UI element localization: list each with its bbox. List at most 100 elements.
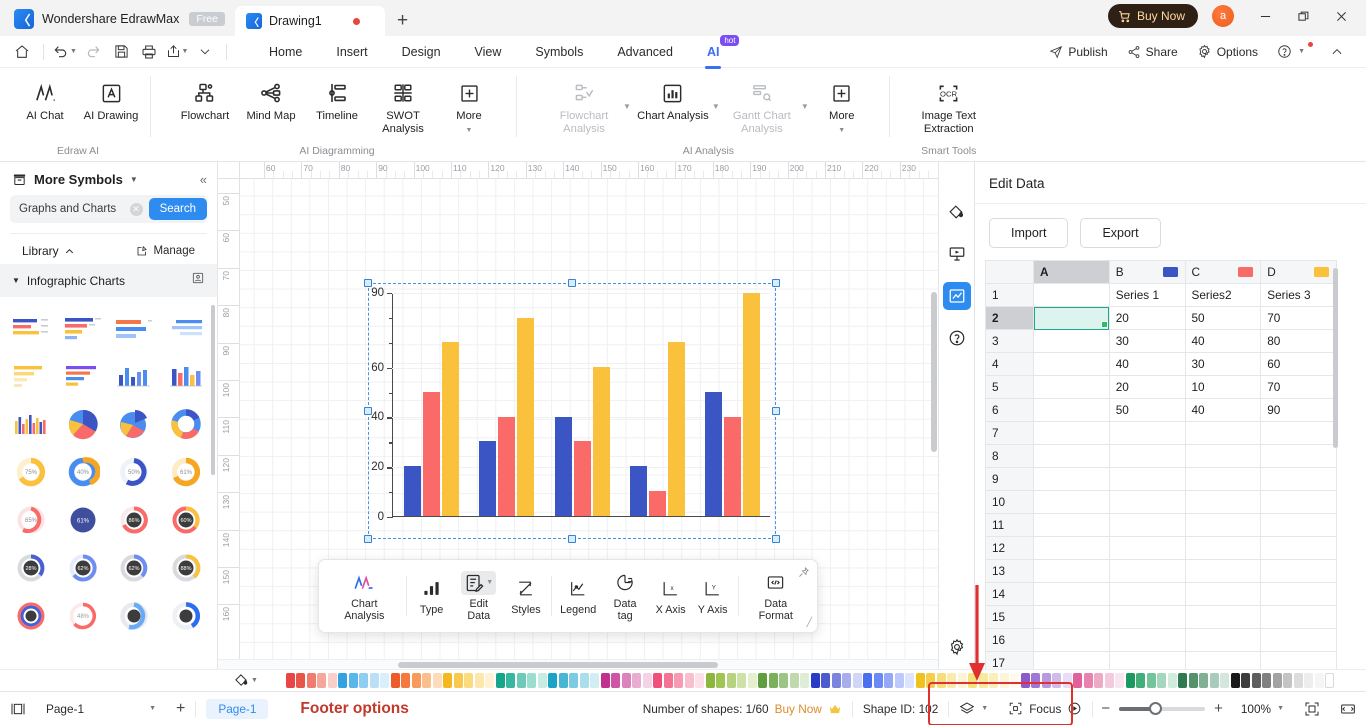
column-header-c[interactable]: C <box>1184 260 1262 284</box>
color-swatch[interactable] <box>558 673 568 688</box>
data-cell[interactable] <box>1260 536 1337 560</box>
color-swatch[interactable] <box>1083 673 1093 688</box>
data-cell[interactable] <box>1184 559 1262 583</box>
color-swatch[interactable] <box>422 673 432 688</box>
symbol-item[interactable]: 61% <box>58 499 108 541</box>
table-row[interactable]: 14 <box>985 582 1337 606</box>
zoom-knob[interactable] <box>1149 701 1163 715</box>
toolbar-type[interactable]: Type <box>411 572 453 621</box>
canvas-horizontal-scrollbar[interactable] <box>218 659 938 669</box>
data-cell[interactable] <box>1184 536 1262 560</box>
chevron-down-icon[interactable]: ▼ <box>801 76 809 111</box>
tab-view[interactable]: View <box>458 40 519 64</box>
symbol-item[interactable] <box>110 595 160 637</box>
data-cell[interactable] <box>1033 605 1110 629</box>
color-swatch[interactable] <box>1094 673 1104 688</box>
data-cell[interactable] <box>1260 467 1337 491</box>
clear-search-icon[interactable]: ✕ <box>129 202 143 216</box>
collapse-panel-button[interactable]: « <box>200 172 207 187</box>
color-swatch[interactable] <box>894 673 904 688</box>
symbol-item[interactable] <box>110 403 160 445</box>
data-cell[interactable] <box>1108 628 1186 652</box>
row-header[interactable]: 6 <box>985 398 1034 422</box>
color-swatch[interactable] <box>317 673 327 688</box>
resize-handle-nw[interactable] <box>364 279 372 287</box>
color-swatch[interactable] <box>1220 673 1230 688</box>
symbol-item[interactable]: 28% <box>6 547 56 589</box>
table-row[interactable]: 10 <box>985 490 1337 514</box>
save-button[interactable] <box>107 39 135 65</box>
data-cell[interactable] <box>1108 605 1186 629</box>
redo-button[interactable] <box>79 39 107 65</box>
symbol-item[interactable] <box>161 355 211 397</box>
symbol-search-box[interactable]: Graphs and Charts ✕ Search <box>10 195 207 223</box>
data-cell[interactable] <box>1108 651 1186 669</box>
color-swatch[interactable] <box>989 673 999 688</box>
color-swatch[interactable] <box>884 673 894 688</box>
color-swatch[interactable] <box>1293 673 1303 688</box>
color-swatch-strip[interactable] <box>285 673 1335 688</box>
data-cell[interactable]: 80 <box>1260 329 1337 353</box>
row-header[interactable]: 5 <box>985 375 1034 399</box>
tab-advanced[interactable]: Advanced <box>600 40 690 64</box>
data-cell[interactable]: 90 <box>1260 398 1337 422</box>
symbol-item[interactable] <box>161 403 211 445</box>
resize-grip-icon[interactable]: ╱ <box>807 617 812 628</box>
data-cell[interactable] <box>1033 651 1110 669</box>
color-swatch[interactable] <box>1125 673 1135 688</box>
data-cell[interactable]: 30 <box>1184 352 1262 376</box>
analysis-more-button[interactable]: More ▼ <box>809 76 875 138</box>
resize-handle-se[interactable] <box>772 535 780 543</box>
color-swatch[interactable] <box>873 673 883 688</box>
color-swatch[interactable] <box>1041 673 1051 688</box>
table-row[interactable]: 5 20 10 70 <box>985 375 1337 399</box>
color-swatch[interactable] <box>1241 673 1251 688</box>
row-header[interactable]: 4 <box>985 352 1034 376</box>
add-page-button[interactable]: + <box>166 700 195 718</box>
data-cell[interactable]: 20 <box>1108 306 1186 330</box>
grid-corner-cell[interactable] <box>985 260 1034 284</box>
symbol-item[interactable]: 62% <box>110 547 160 589</box>
symbol-item[interactable]: 61% <box>161 451 211 493</box>
data-cell[interactable] <box>1108 582 1186 606</box>
color-swatch[interactable] <box>1272 673 1282 688</box>
row-header[interactable]: 1 <box>985 283 1034 307</box>
table-row[interactable]: 17 <box>985 651 1337 669</box>
column-header-d[interactable]: D <box>1260 260 1337 284</box>
data-cell[interactable] <box>1260 651 1337 669</box>
export-share-button[interactable]: ▼ <box>163 39 191 65</box>
chevron-down-icon[interactable]: ▼ <box>130 175 138 184</box>
data-grid-scrollbar[interactable] <box>1333 268 1338 448</box>
data-cell[interactable]: 20 <box>1108 375 1186 399</box>
color-swatch[interactable] <box>863 673 873 688</box>
data-cell[interactable] <box>1033 582 1110 606</box>
tab-symbols[interactable]: Symbols <box>518 40 600 64</box>
table-row[interactable]: 6 50 40 90 <box>985 398 1337 422</box>
color-swatch[interactable] <box>411 673 421 688</box>
bar-group[interactable] <box>469 293 544 516</box>
color-swatch[interactable] <box>296 673 306 688</box>
data-cell[interactable] <box>1033 490 1110 514</box>
canvas-vertical-scrollbar[interactable] <box>931 197 937 579</box>
color-swatch[interactable] <box>915 673 925 688</box>
active-cell[interactable] <box>1033 306 1110 330</box>
options-button[interactable]: Options <box>1189 40 1266 63</box>
data-grid[interactable]: A B C D 1 Series 1 Series2 Series 3 2 20 50 70 3 30 40… <box>985 260 1337 669</box>
color-swatch[interactable] <box>800 673 810 688</box>
publish-button[interactable]: Publish <box>1041 41 1115 63</box>
color-swatch[interactable] <box>1167 673 1177 688</box>
fit-to-page-button[interactable] <box>1294 701 1330 717</box>
page-tab-page-1[interactable]: Page-1 <box>196 698 278 719</box>
data-cell[interactable] <box>1108 559 1186 583</box>
color-swatch[interactable] <box>1262 673 1272 688</box>
color-swatch[interactable] <box>936 673 946 688</box>
color-swatch[interactable] <box>590 673 600 688</box>
data-cell[interactable] <box>1033 467 1110 491</box>
toolbar-data-tag[interactable]: Data tag <box>601 566 650 627</box>
symbol-item[interactable]: 75% <box>6 451 56 493</box>
data-cell[interactable] <box>1260 444 1337 468</box>
color-swatch[interactable] <box>1136 673 1146 688</box>
color-swatch[interactable] <box>905 673 915 688</box>
data-cell[interactable]: 40 <box>1108 352 1186 376</box>
color-swatch[interactable] <box>495 673 505 688</box>
